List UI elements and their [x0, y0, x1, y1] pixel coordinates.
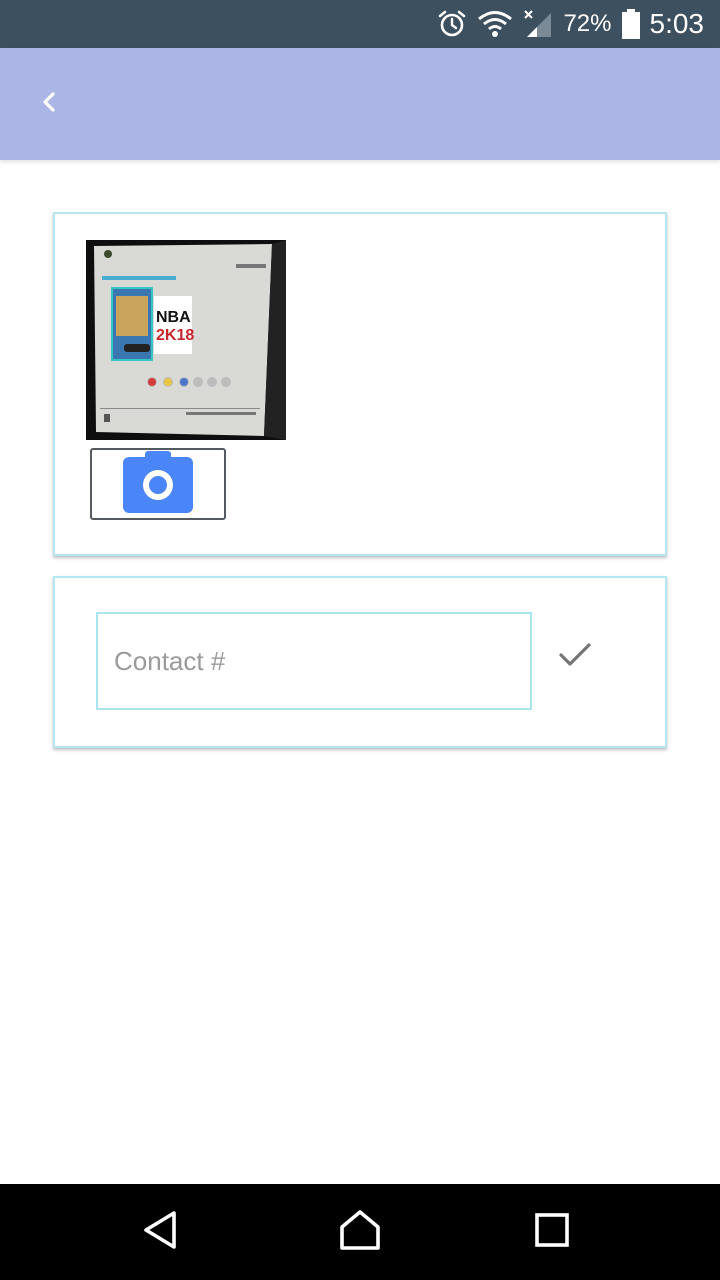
check-icon: [558, 642, 592, 673]
status-icons: 72% 5:03: [437, 0, 704, 48]
nav-home-button[interactable]: [336, 1208, 384, 1256]
photo-card: NBA 2K18: [53, 212, 667, 556]
camera-icon: [123, 450, 193, 518]
status-bar: 72% 5:03: [0, 0, 720, 48]
clock: 5:03: [649, 8, 705, 39]
nav-back-button[interactable]: [136, 1208, 184, 1256]
nav-recents-button[interactable]: [528, 1208, 576, 1256]
thumb-2k-text: 2K18: [156, 327, 194, 344]
home-icon: [338, 1209, 382, 1256]
back-triangle-icon: [140, 1209, 180, 1256]
chevron-left-icon: [39, 90, 59, 119]
contact-card: [53, 576, 667, 748]
thumb-nba-text: NBA: [156, 309, 191, 326]
photo-thumbnail[interactable]: NBA 2K18: [86, 240, 286, 440]
recents-icon: [534, 1212, 570, 1253]
signal-icon: [523, 9, 553, 39]
battery-percent: 72%: [563, 10, 612, 37]
camera-button[interactable]: [90, 448, 226, 520]
navigation-bar: [0, 1184, 720, 1280]
contact-number-input[interactable]: [96, 612, 532, 710]
back-button[interactable]: [26, 81, 72, 127]
battery-icon: [621, 9, 640, 39]
app-bar: [0, 48, 720, 160]
alarm-icon: [437, 9, 467, 39]
confirm-button[interactable]: [552, 638, 598, 676]
wifi-icon: [477, 10, 513, 38]
